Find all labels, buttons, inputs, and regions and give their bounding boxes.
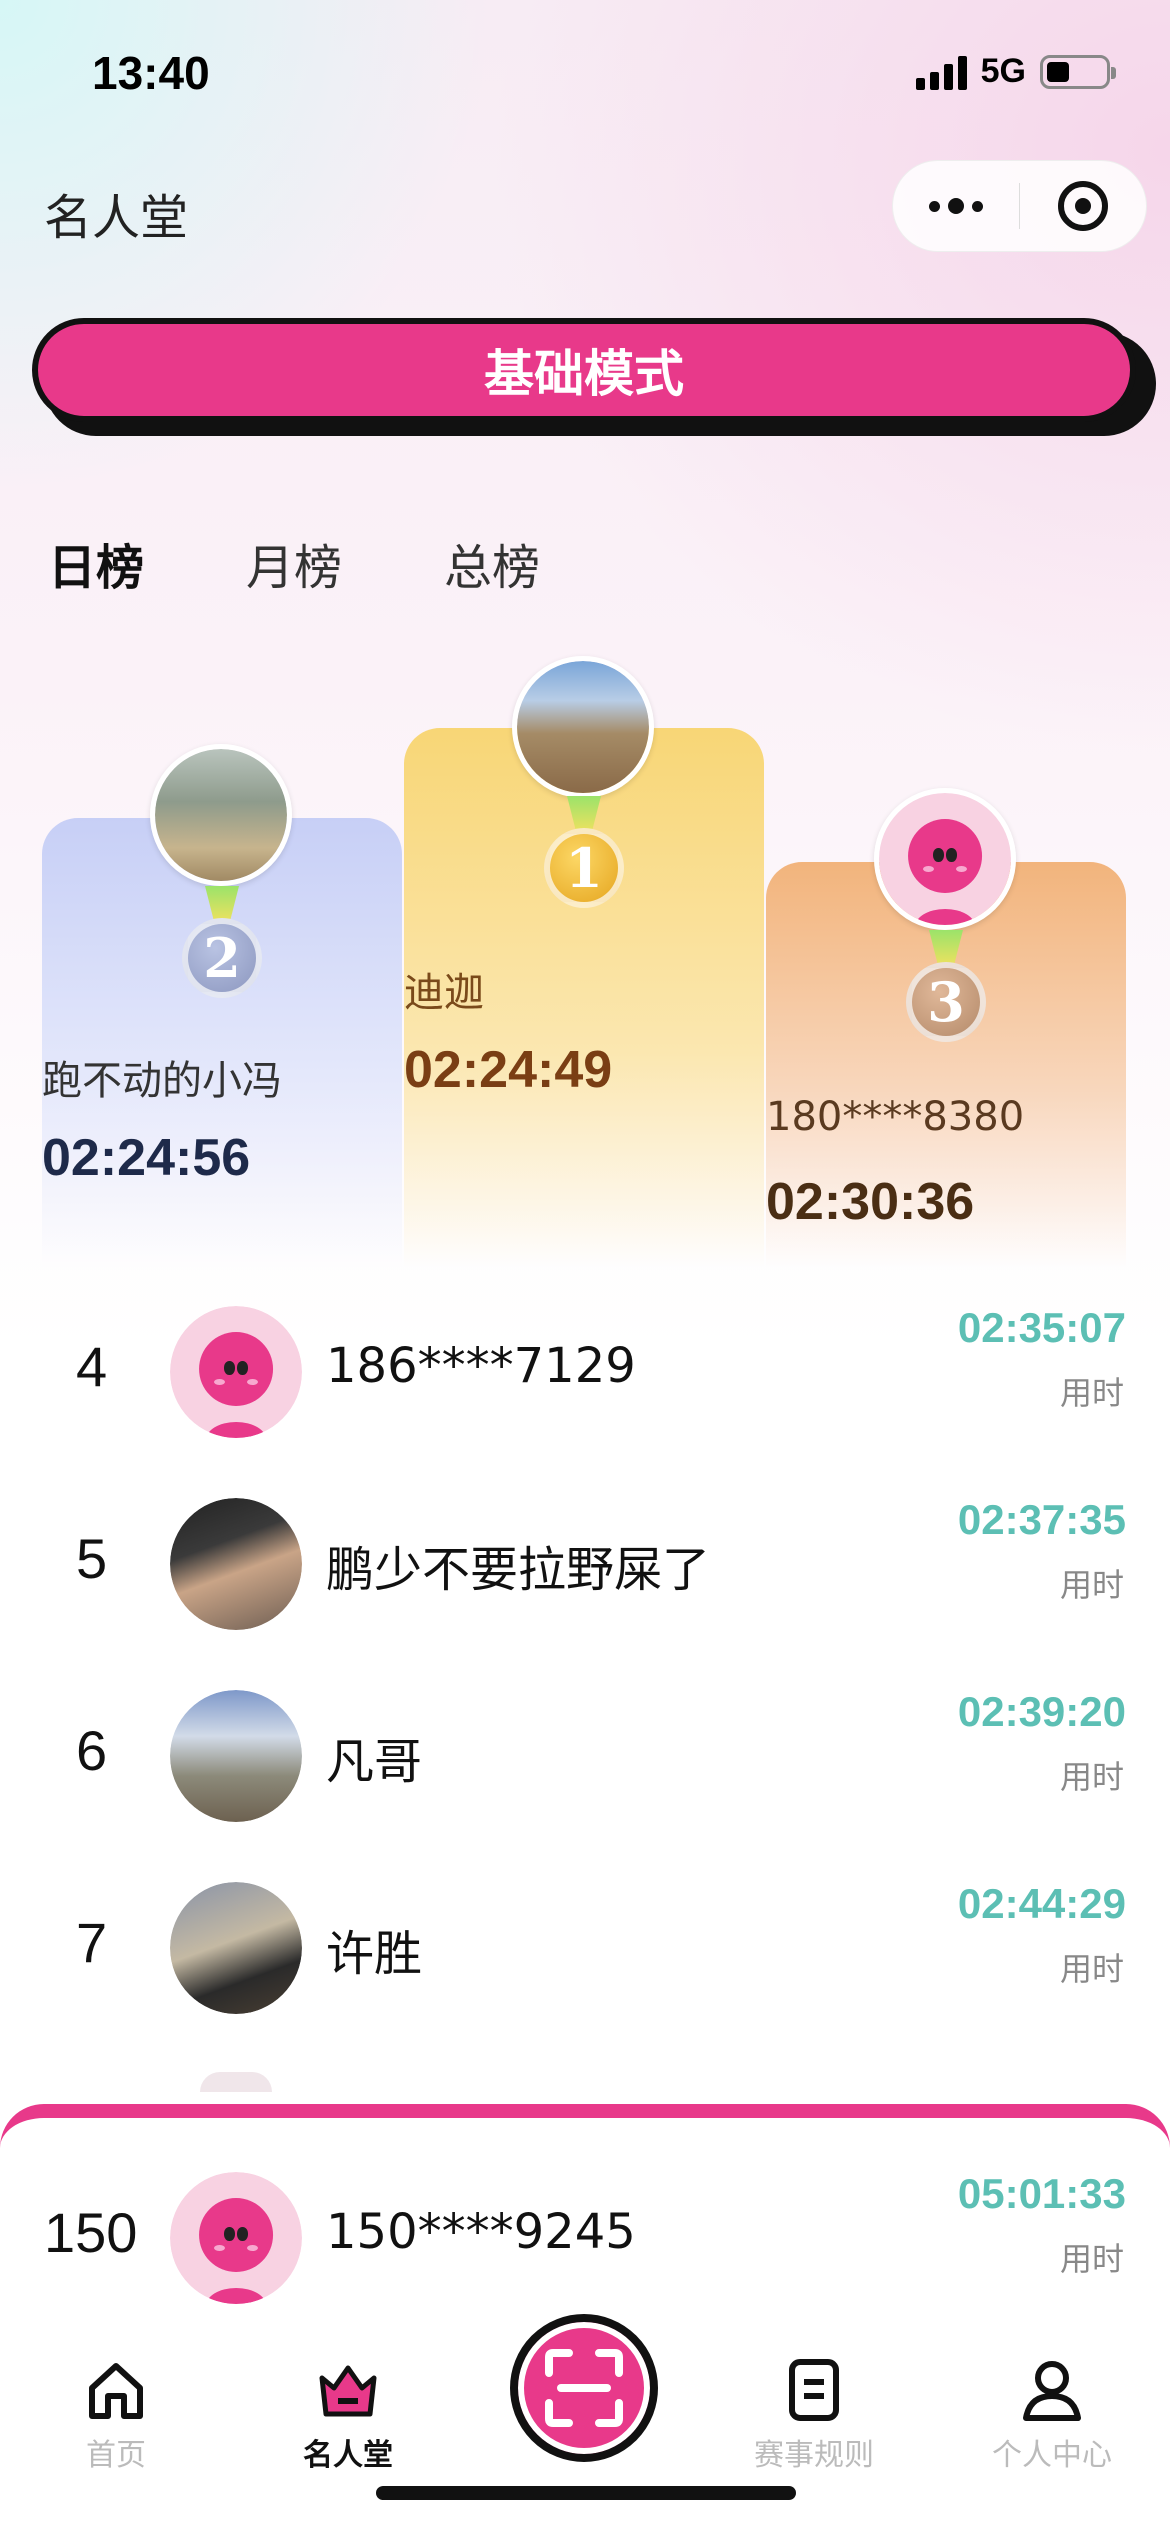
ranking-row[interactable]: 6 凡哥 02:39:20 用时 <box>0 1680 1170 1830</box>
battery-icon <box>1040 54 1116 89</box>
close-miniprogram-button[interactable] <box>1020 161 1146 251</box>
network-label: 5G <box>980 52 1026 90</box>
rules-icon <box>782 2358 846 2422</box>
signal-icon <box>915 54 967 90</box>
next-row-avatar <box>200 2072 272 2092</box>
podium-third-time: 02:30:36 <box>766 1173 975 1231</box>
time-label: 用时 <box>1059 1566 1124 1604</box>
finish-time: 02:35:07 <box>957 1304 1126 1351</box>
podium-second-time: 02:24:56 <box>42 1129 251 1187</box>
finish-time: 02:44:29 <box>957 1880 1126 1927</box>
time-label: 用时 <box>1059 1374 1124 1412</box>
finish-time: 02:37:35 <box>957 1496 1126 1543</box>
time-label: 用时 <box>1059 2240 1124 2278</box>
ranking-row[interactable]: 4 186****7129 02:35:07 用时 <box>0 1296 1170 1446</box>
avatar <box>170 1498 302 1630</box>
podium-second-avatar <box>150 744 292 886</box>
rank-number: 5 <box>76 1527 108 1590</box>
scan-button[interactable] <box>510 2314 658 2462</box>
mode-button[interactable]: 基础模式 <box>32 318 1136 422</box>
user-name: 凡哥 <box>326 1734 423 1790</box>
miniprogram-capsule <box>892 160 1147 252</box>
tab-daily[interactable]: 日榜 <box>43 528 144 604</box>
scan-icon <box>545 2349 623 2427</box>
podium-third-avatar <box>874 788 1016 930</box>
more-button[interactable] <box>893 161 1019 251</box>
user-name: 鹏少不要拉野屎了 <box>326 1542 711 1598</box>
podium-first-time: 02:24:49 <box>404 1041 613 1099</box>
podium-first-avatar <box>512 656 654 798</box>
ranking-tabs: 日榜 月榜 总榜 <box>43 528 642 604</box>
user-name: 150****9245 <box>326 2204 636 2260</box>
user-icon <box>1020 2358 1084 2422</box>
user-name: 186****7129 <box>326 1338 636 1394</box>
podium-second-name: 跑不动的小冯 <box>42 1058 282 1104</box>
home-indicator <box>376 2486 796 2500</box>
finish-time: 02:39:20 <box>957 1688 1126 1735</box>
rank-number: 6 <box>76 1719 108 1782</box>
avatar <box>170 1690 302 1822</box>
status-time: 13:40 <box>92 47 210 99</box>
rank-number: 7 <box>76 1911 108 1974</box>
finish-time: 05:01:33 <box>957 2170 1126 2217</box>
my-rank-row[interactable]: 150 150****9245 05:01:33 用时 <box>0 2162 1170 2312</box>
medal-bronze-icon: 3 <box>906 962 986 1042</box>
rank-number: 4 <box>76 1335 108 1398</box>
trophy-icon <box>316 2358 380 2422</box>
ranking-row[interactable]: 5 鹏少不要拉野屎了 02:37:35 用时 <box>0 1488 1170 1638</box>
podium-first-name: 迪迦 <box>404 970 484 1016</box>
avatar <box>170 1882 302 2014</box>
tab-rules[interactable]: 赛事规则 <box>734 2358 894 2474</box>
user-name: 许胜 <box>326 1926 423 1982</box>
tab-hall-of-fame[interactable]: 名人堂 <box>268 2358 428 2474</box>
medal-silver-icon: 2 <box>182 918 262 998</box>
my-rank-card: 150 150****9245 05:01:33 用时 <box>0 2104 1170 2334</box>
mode-button-wrapper: 基础模式 <box>32 318 1158 438</box>
time-label: 用时 <box>1059 1758 1124 1796</box>
avatar <box>170 1306 302 1438</box>
avatar <box>170 2172 302 2304</box>
home-icon <box>84 2358 148 2422</box>
medal-gold-icon: 1 <box>544 828 624 908</box>
tab-profile[interactable]: 个人中心 <box>972 2358 1132 2474</box>
rank-number: 150 <box>44 2201 138 2264</box>
page-title: 名人堂 <box>44 190 189 246</box>
status-indicators: 5G <box>915 52 1116 91</box>
ranking-row[interactable]: 7 许胜 02:44:29 用时 <box>0 1872 1170 2022</box>
podium-third-name: 180****8380 <box>766 1094 1025 1140</box>
target-icon <box>1058 181 1109 231</box>
tab-overall[interactable]: 总榜 <box>444 528 540 598</box>
time-label: 用时 <box>1059 1950 1124 1988</box>
tab-monthly[interactable]: 月榜 <box>246 528 342 598</box>
tab-home[interactable]: 首页 <box>36 2358 196 2474</box>
